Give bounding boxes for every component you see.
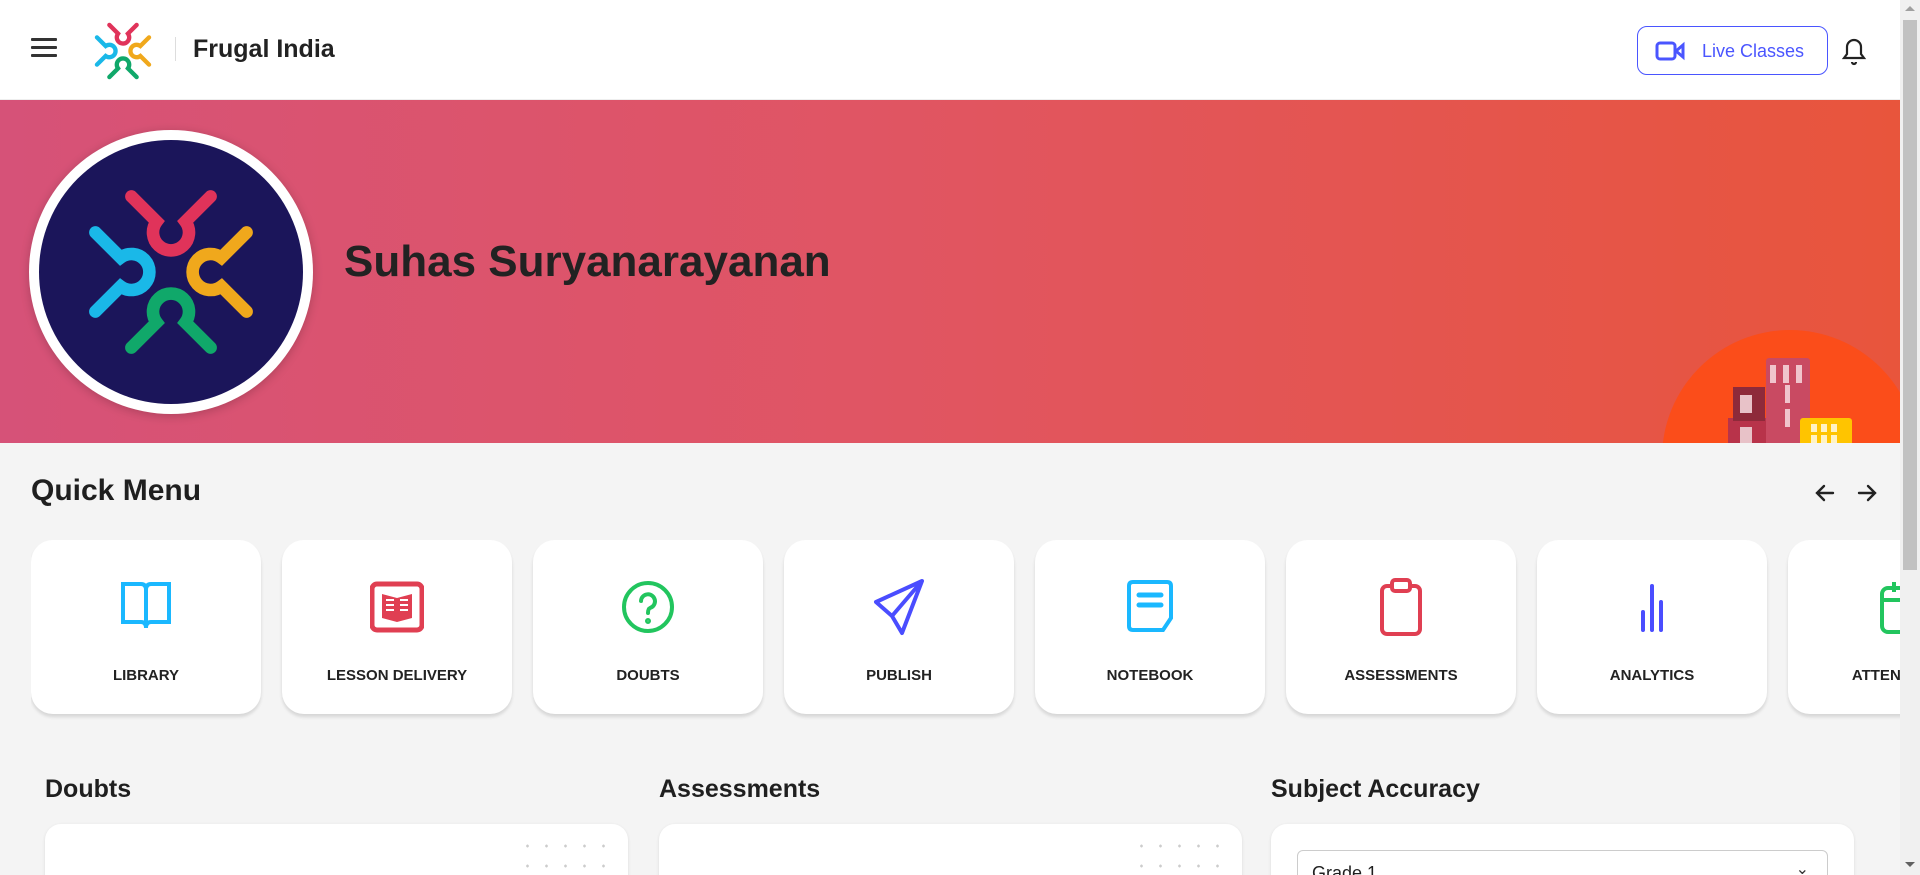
quick-menu-label: ASSESSMENTS [1344,667,1458,684]
lesson-book-icon [370,581,424,633]
quick-menu-attendance[interactable]: ATTENDANCE [1788,540,1900,714]
question-circle-icon [622,581,674,633]
quick-menu-label: DOUBTS [616,667,680,684]
quick-menu-assessments[interactable]: ASSESSMENTS [1286,540,1516,714]
header-divider [175,37,176,61]
scrollbar-thumb[interactable] [1903,20,1917,570]
vertical-scrollbar[interactable] [1900,0,1920,875]
quick-menu-analytics[interactable]: ANALYTICS [1537,540,1767,714]
quick-menu-lesson-delivery[interactable]: LESSON DELIVERY [282,540,512,714]
live-classes-button[interactable]: Live Classes [1637,26,1828,75]
quick-menu-label: LESSON DELIVERY [326,667,468,684]
scroll-down-icon[interactable] [1905,862,1915,867]
subject-accuracy-title: Subject Accuracy [1271,775,1480,803]
user-name: Suhas Suryanarayanan [344,237,831,286]
profile-banner: Suhas Suryanarayanan [0,100,1900,443]
chevron-down-icon: ⌄ [1795,861,1809,875]
calendar-icon [1880,582,1900,634]
live-classes-label: Live Classes [1702,41,1805,61]
quick-menu-label: ATTENDANCE [1851,667,1900,684]
quick-menu-label: ANALYTICS [1609,667,1695,684]
avatar [29,130,313,414]
scroll-up-icon[interactable] [1905,6,1915,11]
assessments-title: Assessments [659,775,821,803]
buildings-illustration [1662,330,1900,443]
frugal-india-logo [94,22,152,80]
quick-menu-carousel: LIBRARY LESSON DELIVERY DOUBTS PUBLISH N… [31,540,1900,725]
clipboard-icon [1380,578,1422,636]
arrow-left-icon[interactable] [1812,480,1838,506]
note-icon [1127,580,1173,632]
dots-decoration [1132,836,1228,875]
assessments-panel [659,824,1242,875]
page: Frugal India Live Classes Suhas Suryanar… [0,0,1900,875]
bell-icon[interactable] [1840,34,1868,66]
doubts-title: Doubts [45,775,132,803]
doubts-panel [45,824,628,875]
quick-menu-label: PUBLISH [866,667,932,684]
brand-name: Frugal India [193,35,335,63]
quick-menu-publish[interactable]: PUBLISH [784,540,1014,714]
book-open-icon [121,582,171,629]
quick-menu-doubts[interactable]: DOUBTS [533,540,763,714]
quick-menu-title: Quick Menu [31,474,202,507]
quick-menu-library[interactable]: LIBRARY [31,540,261,714]
menu-icon[interactable] [31,38,57,60]
quick-menu-notebook[interactable]: NOTEBOOK [1035,540,1265,714]
quick-menu-label: NOTEBOOK [1106,667,1194,684]
avatar-logo [89,190,253,354]
video-camera-icon [1655,41,1685,61]
send-icon [874,579,924,635]
dots-decoration [518,836,614,875]
top-header: Frugal India Live Classes [0,0,1900,100]
quick-menu-label: LIBRARY [112,667,180,684]
grade-select-value: Grade 1 [1312,863,1378,875]
arrow-right-icon[interactable] [1854,480,1880,506]
grade-select[interactable]: Grade 1 ⌄ [1297,850,1828,875]
bar-chart-icon [1641,584,1663,632]
